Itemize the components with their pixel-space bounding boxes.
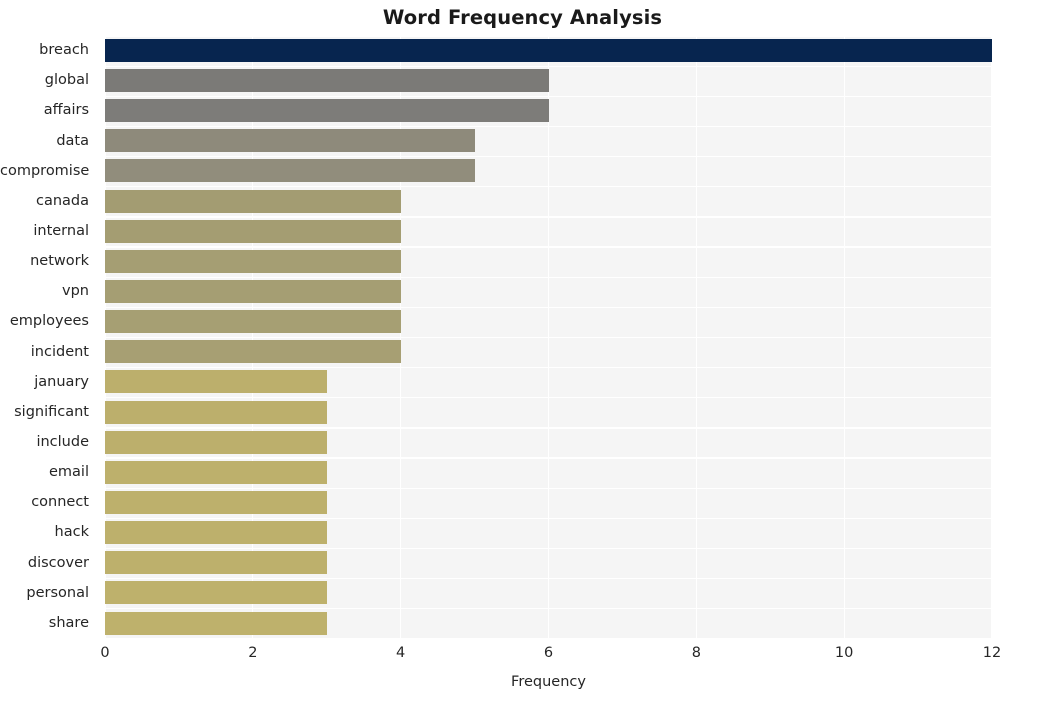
bar-canada[interactable]	[105, 189, 401, 213]
bar-significant[interactable]	[105, 400, 327, 424]
bar-compromise[interactable]	[105, 159, 475, 183]
bar-vpn[interactable]	[105, 279, 401, 303]
y-tick-label-affairs: affairs	[43, 102, 89, 119]
x-tick-label-10: 10	[834, 645, 854, 661]
bar-row	[105, 96, 992, 125]
x-tick-label-8: 8	[691, 645, 701, 661]
x-tick-label-2: 2	[248, 645, 258, 661]
y-tick-label-internal: internal	[33, 222, 89, 239]
bar-internal[interactable]	[105, 219, 401, 243]
y-tick-label-include: include	[36, 434, 89, 451]
y-tick-label-connect: connect	[31, 494, 89, 511]
bar-row	[105, 217, 992, 246]
bar-breach[interactable]	[105, 38, 992, 62]
y-tick-label-compromise: compromise	[0, 162, 90, 179]
bar-network[interactable]	[105, 249, 401, 273]
y-tick-label-discover: discover	[27, 554, 89, 571]
bar-share[interactable]	[105, 611, 327, 635]
y-tick-label-employees: employees	[9, 313, 89, 330]
bar-row	[105, 157, 992, 186]
y-tick-label-network: network	[30, 253, 89, 270]
bar-row	[105, 187, 992, 216]
chart-figure: Word Frequency Analysis breach global affa…	[0, 0, 1045, 701]
y-tick-label-significant: significant	[14, 403, 89, 420]
y-tick-label-global: global	[44, 72, 89, 89]
gridline-horizontal-20	[105, 638, 992, 640]
bar-global[interactable]	[105, 68, 549, 92]
bar-row	[105, 398, 992, 427]
bar-row	[105, 488, 992, 517]
bar-row	[105, 609, 992, 638]
bar-row	[105, 428, 992, 457]
bar-january[interactable]	[105, 370, 327, 394]
bar-row	[105, 579, 992, 608]
bar-affairs[interactable]	[105, 99, 549, 123]
bar-include[interactable]	[105, 430, 327, 454]
bar-row	[105, 247, 992, 276]
bar-connect[interactable]	[105, 491, 327, 515]
y-tick-label-breach: breach	[39, 42, 89, 59]
y-tick-label-hack: hack	[54, 524, 89, 541]
y-tick-label-email: email	[49, 464, 89, 481]
plot-area	[104, 35, 993, 640]
bar-row	[105, 338, 992, 367]
x-tick-label-4: 4	[396, 645, 406, 661]
y-tick-label-personal: personal	[26, 584, 89, 601]
bar-row	[105, 126, 992, 155]
bar-discover[interactable]	[105, 551, 327, 575]
y-tick-label-share: share	[48, 614, 89, 631]
bar-row	[105, 458, 992, 487]
bar-row	[105, 518, 992, 547]
y-tick-label-january: january	[34, 373, 89, 390]
chart-title: Word Frequency Analysis	[382, 6, 663, 29]
y-tick-label-canada: canada	[35, 192, 89, 209]
x-tick-label-0: 0	[100, 645, 110, 661]
bar-row	[105, 277, 992, 306]
bar-row	[105, 549, 992, 578]
y-axis-tick-labels: breach global affairs data compromise canada i…	[0, 36, 97, 639]
x-axis-tick-labels: 0 2 4 6 8 10 12	[100, 645, 1001, 669]
bar-row	[105, 307, 992, 336]
y-tick-label-data: data	[56, 132, 89, 149]
y-tick-label-incident: incident	[30, 343, 89, 360]
bar-row	[105, 368, 992, 397]
bar-row	[105, 66, 992, 95]
bar-incident[interactable]	[105, 340, 401, 364]
x-tick-label-6: 6	[543, 645, 554, 661]
y-tick-label-vpn: vpn	[62, 283, 89, 300]
bar-data[interactable]	[105, 129, 475, 153]
bar-hack[interactable]	[105, 521, 327, 545]
x-axis-label: Frequency	[511, 674, 586, 690]
bar-email[interactable]	[105, 460, 327, 484]
bar-personal[interactable]	[105, 581, 327, 605]
bar-row	[105, 36, 992, 65]
bar-employees[interactable]	[105, 310, 401, 334]
x-tick-label-12: 12	[982, 645, 1002, 661]
